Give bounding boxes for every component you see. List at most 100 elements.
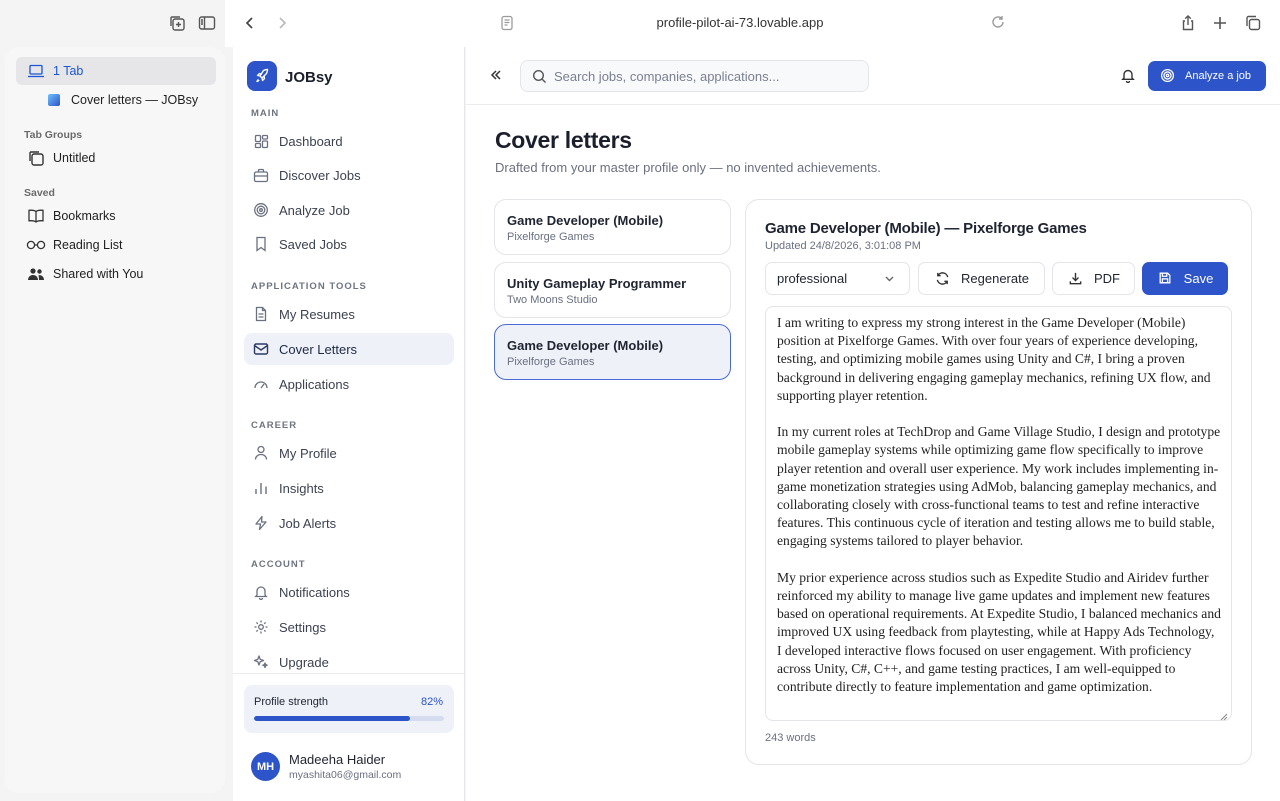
regenerate-button[interactable]: Regenerate (918, 262, 1045, 295)
cover-letter-paragraph: I am writing to express my strong intere… (777, 315, 1211, 403)
analyze-job-button-label: Analyze a job (1185, 70, 1252, 82)
cover-letter-item-title: Game Developer (Mobile) (507, 213, 664, 228)
nav-label-cover-letters: Cover Letters (279, 341, 358, 357)
nav-section-account: ACCOUNT (251, 559, 306, 570)
notifications-bell-icon[interactable] (1120, 67, 1138, 85)
editor-title: Game Developer (Mobile) — Pixelforge Gam… (765, 220, 1087, 237)
nav-item-my-resumes[interactable]: My Resumes (244, 298, 454, 330)
brand-name: JOBsy (285, 69, 333, 86)
nav-item-applications[interactable]: Applications (244, 368, 454, 400)
nav-item-analyze-job[interactable]: Analyze Job (244, 194, 454, 226)
nav-item-discover-jobs[interactable]: Discover Jobs (244, 159, 454, 191)
nav-item-settings[interactable]: Settings (244, 611, 454, 643)
tab-group-untitled[interactable]: Untitled (16, 144, 216, 172)
safari-sidebar: 1 Tab Cover letters — JOBsy Tab Groups U… (0, 47, 225, 801)
cover-letter-paragraph: My prior experience across studios such … (777, 569, 1221, 695)
nav-item-dashboard[interactable]: Dashboard (244, 125, 454, 157)
share-icon[interactable] (1176, 11, 1200, 35)
sidebar-tab-count[interactable]: 1 Tab (16, 57, 216, 85)
nav-label-settings: Settings (279, 619, 326, 635)
pdf-button[interactable]: PDF (1052, 262, 1135, 295)
nav-label-discover-jobs: Discover Jobs (279, 167, 361, 183)
cover-letter-item-selected[interactable]: Game Developer (Mobile) Pixelforge Games (494, 324, 731, 380)
toolbar-left-region (0, 0, 225, 47)
nav-item-insights[interactable]: Insights (244, 472, 454, 504)
cover-letter-textarea[interactable]: I am writing to express my strong intere… (765, 306, 1232, 721)
saved-heading: Saved (24, 187, 55, 199)
tab-overview-icon[interactable] (165, 11, 189, 35)
sidebar-shared-with-you[interactable]: Shared with You (16, 260, 216, 288)
global-search[interactable] (520, 60, 869, 92)
page-settings-icon[interactable] (498, 14, 518, 34)
target-icon (1159, 68, 1175, 84)
avatar[interactable]: MH (251, 752, 280, 781)
nav-item-my-profile[interactable]: My Profile (244, 437, 454, 469)
tab-group-label: Untitled (53, 151, 96, 165)
profile-strength-percent: 82% (420, 696, 443, 708)
new-tab-icon[interactable] (1208, 11, 1232, 35)
back-icon[interactable] (238, 11, 262, 35)
sidebar-reading-list[interactable]: Reading List (16, 231, 216, 259)
cover-letter-item-title: Unity Gameplay Programmer (507, 276, 687, 291)
nav-label-job-alerts: Job Alerts (279, 515, 337, 531)
tab-group-icon (26, 149, 46, 167)
nav-label-my-resumes: My Resumes (279, 306, 355, 322)
tone-select-value: professional (777, 271, 848, 286)
collapse-sidebar-icon[interactable] (488, 67, 506, 85)
save-button[interactable]: Save (1142, 262, 1228, 295)
cover-letter-paragraph: In my current roles at TechDrop and Game… (777, 424, 1221, 549)
sidebar-open-tab[interactable]: Cover letters — JOBsy (30, 86, 216, 114)
nav-item-saved-jobs[interactable]: Saved Jobs (244, 228, 454, 260)
bell-icon (252, 583, 270, 601)
forward-icon[interactable] (270, 11, 294, 35)
cover-letter-item[interactable]: Unity Gameplay Programmer Two Moons Stud… (494, 262, 731, 318)
pdf-button-label: PDF (1094, 271, 1120, 286)
sidebar-toggle-icon[interactable] (195, 11, 219, 35)
tabs-overview-icon[interactable] (1241, 11, 1265, 35)
user-icon (252, 444, 270, 462)
cover-letter-item[interactable]: Game Developer (Mobile) Pixelforge Games (494, 199, 731, 255)
chevron-down-icon (883, 272, 897, 286)
reload-icon[interactable] (990, 14, 1010, 34)
page-title: Cover letters (495, 127, 632, 153)
cover-letter-item-company: Two Moons Studio (507, 294, 598, 306)
briefcase-icon (252, 166, 270, 184)
nav-item-notifications[interactable]: Notifications (244, 576, 454, 608)
tone-select[interactable]: professional (765, 262, 910, 295)
profile-strength-card[interactable]: Profile strength 82% (244, 685, 454, 733)
browser-toolbar: profile-pilot-ai-73.lovable.app (0, 0, 1280, 47)
nav-item-cover-letters[interactable]: Cover Letters (244, 333, 454, 365)
gauge-icon (252, 375, 270, 393)
lightning-icon (252, 514, 270, 532)
analyze-job-button[interactable]: Analyze a job (1148, 61, 1266, 91)
cover-letter-item-company: Pixelforge Games (507, 356, 595, 368)
favicon-icon (44, 91, 64, 109)
bookmark-icon (252, 235, 270, 253)
nav-label-insights: Insights (279, 480, 324, 496)
nav-divider (233, 673, 464, 674)
address-bar[interactable]: profile-pilot-ai-73.lovable.app (600, 15, 880, 30)
sidebar-bookmarks[interactable]: Bookmarks (16, 202, 216, 230)
search-input[interactable] (554, 61, 854, 91)
glasses-icon (26, 236, 46, 254)
resize-handle-icon[interactable] (1219, 708, 1228, 720)
nav-label-upgrade: Upgrade (279, 654, 329, 670)
nav-item-job-alerts[interactable]: Job Alerts (244, 507, 454, 539)
app-header: Analyze a job (466, 47, 1280, 105)
search-icon (532, 69, 548, 85)
target-icon (252, 201, 270, 219)
dashboard-icon (252, 132, 270, 150)
shared-with-you-label: Shared with You (53, 267, 144, 281)
nav-label-applications: Applications (279, 376, 350, 392)
cover-letter-item-title: Game Developer (Mobile) (507, 338, 664, 353)
nav-label-notifications: Notifications (279, 584, 350, 600)
save-button-label: Save (1183, 271, 1214, 286)
rocket-icon[interactable] (247, 61, 277, 91)
nav-label-dashboard: Dashboard (279, 133, 343, 149)
save-icon (1157, 271, 1173, 287)
cover-letter-item-company: Pixelforge Games (507, 231, 595, 243)
app-sidebar: JOBsy MAIN Dashboard Discover Jobs Analy… (233, 47, 465, 801)
nav-section-career: CAREER (251, 420, 298, 431)
main-content: Analyze a job Cover letters Drafted from… (466, 47, 1280, 801)
nav-section-tools: APPLICATION TOOLS (251, 281, 367, 292)
